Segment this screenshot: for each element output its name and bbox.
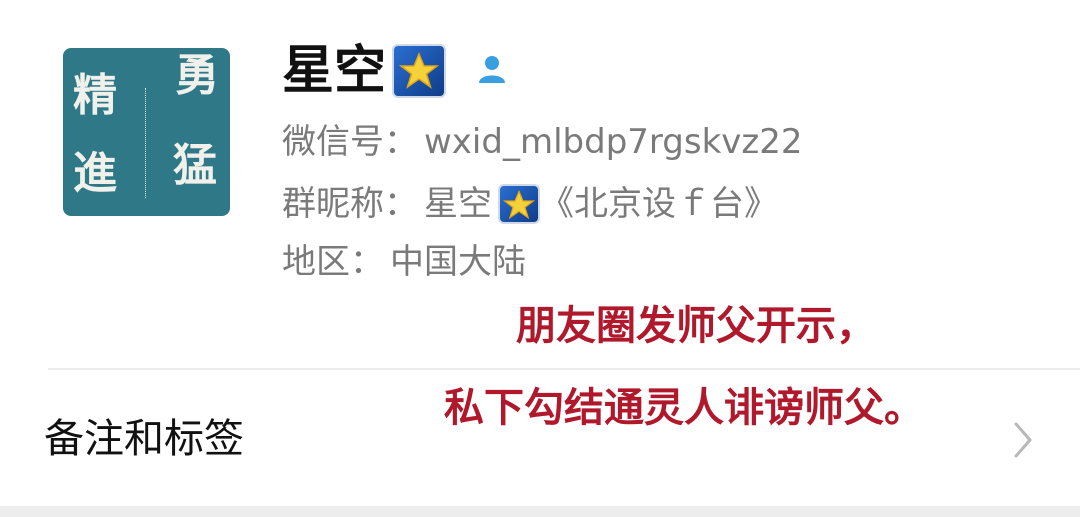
region-value: 中国大陆 — [390, 242, 526, 282]
chevron-right-icon[interactable] — [1012, 420, 1034, 464]
group-nickname-line: 群昵称： 星空 《北京设ｆ台》 — [282, 182, 778, 226]
wechat-id-line: 微信号： wxid_mlbdp7rgskvz22 — [282, 120, 803, 164]
avatar-text-3: 進 — [73, 148, 117, 199]
group-nickname-name: 星空 — [424, 184, 492, 224]
region-label: 地区： — [282, 242, 384, 282]
wechat-id-value[interactable]: wxid_mlbdp7rgskvz22 — [424, 120, 803, 164]
group-nickname-label: 群昵称： — [282, 184, 418, 224]
wechat-id-label: 微信号： — [282, 122, 418, 162]
profile-name-row: 星空 — [282, 40, 510, 102]
remarks-tags-item[interactable]: 备注和标签 — [44, 414, 244, 464]
section-separator — [0, 506, 1080, 517]
avatar-text-2: 勇 — [175, 50, 219, 101]
avatar[interactable]: 精 勇 進 猛 — [63, 48, 230, 216]
profile-name: 星空 — [282, 41, 387, 101]
avatar-text-4: 猛 — [173, 140, 217, 191]
group-nickname-suffix: 《北京设ｆ台》 — [540, 184, 778, 224]
star-emoji-icon — [498, 184, 540, 224]
avatar-text-1: 精 — [73, 70, 117, 121]
annotation-line-1: 朋友圈发师父开示， — [516, 303, 876, 349]
divider — [48, 368, 1080, 370]
region-line: 地区： 中国大陆 — [282, 240, 526, 284]
annotation-line-2: 私下勾结通灵人诽谤师父。 — [444, 385, 924, 431]
person-icon[interactable] — [474, 51, 510, 91]
star-emoji-icon — [392, 44, 447, 98]
avatar-decoration — [145, 88, 156, 198]
